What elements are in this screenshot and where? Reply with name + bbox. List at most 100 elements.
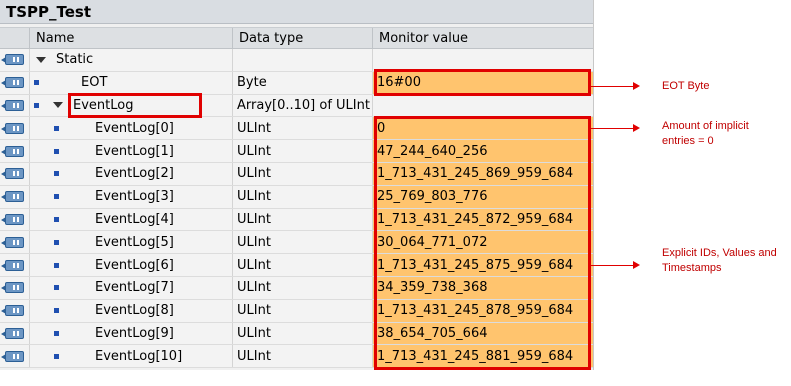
- expand-triangle-icon[interactable]: [36, 56, 46, 63]
- variable-name: EventLog[2]: [95, 166, 174, 182]
- table-header: Name Data type Monitor value: [0, 27, 593, 49]
- variable-icon: [1, 54, 24, 66]
- name-cell[interactable]: EventLog[2]: [30, 163, 233, 185]
- row-icon-cell: [0, 322, 30, 345]
- variable-name: EventLog[1]: [95, 143, 174, 159]
- name-cell[interactable]: EventLog[0]: [30, 117, 233, 140]
- row-icon-cell: [0, 185, 30, 208]
- member-bullet-icon: [34, 102, 39, 108]
- member-bullet-icon: [54, 285, 59, 291]
- row-icon-cell: [0, 140, 30, 162]
- variable-icon: [1, 77, 24, 89]
- row-icon-cell: [0, 254, 30, 276]
- row-icon-cell: [0, 299, 30, 322]
- monitor-value-cell[interactable]: [373, 95, 593, 117]
- datatype-cell[interactable]: [233, 49, 373, 71]
- variable-name: EventLog[10]: [95, 348, 183, 364]
- variable-icon: [1, 350, 24, 362]
- row-icon-cell: [0, 94, 30, 117]
- member-bullet-icon: [54, 330, 59, 336]
- variable-name: EventLog[5]: [95, 234, 174, 250]
- header-datatype[interactable]: Data type: [233, 28, 373, 49]
- member-bullet-icon: [54, 239, 59, 245]
- row-icon-cell: [0, 208, 30, 231]
- variable-icon: [1, 191, 24, 203]
- member-bullet-icon: [54, 308, 59, 314]
- name-cell[interactable]: EventLog[6]: [30, 254, 233, 276]
- annotation-explicit: Explicit IDs, Values and Timestamps: [662, 247, 777, 274]
- name-cell[interactable]: EventLog[4]: [30, 208, 233, 231]
- variable-icon: [1, 122, 24, 134]
- row-icon-cell: [0, 277, 30, 299]
- variable-icon: [1, 282, 24, 294]
- variable-name: EOT: [81, 75, 108, 91]
- name-cell[interactable]: EventLog[1]: [30, 140, 233, 162]
- variable-icon: [1, 99, 24, 111]
- variable-icon: [1, 259, 24, 271]
- row-icon-cell: [0, 49, 30, 71]
- name-cell[interactable]: EventLog[5]: [30, 231, 233, 254]
- variable-name: EventLog[8]: [95, 303, 174, 319]
- datatype-cell[interactable]: ULInt: [233, 322, 373, 345]
- datatype-cell[interactable]: ULInt: [233, 299, 373, 322]
- variable-name: EventLog[6]: [95, 257, 174, 273]
- arrow-implicit: [591, 124, 640, 132]
- arrow-explicit: [591, 261, 640, 269]
- variable-icon: [1, 213, 24, 225]
- header-icon-column: [0, 28, 30, 49]
- name-cell[interactable]: EventLog[10]: [30, 345, 233, 368]
- datatype-cell[interactable]: ULInt: [233, 231, 373, 254]
- name-cell[interactable]: EventLog[3]: [30, 185, 233, 208]
- expand-triangle-icon[interactable]: [53, 102, 63, 109]
- variable-name: EventLog[0]: [95, 120, 174, 136]
- datatype-cell[interactable]: Byte: [233, 71, 373, 94]
- highlight-eot-value: [374, 69, 591, 96]
- variable-name: EventLog[3]: [95, 189, 174, 205]
- row-icon-cell: [0, 117, 30, 140]
- row-icon-cell: [0, 71, 30, 94]
- member-bullet-icon: [54, 194, 59, 200]
- variable-name: EventLog[9]: [95, 325, 174, 341]
- datatype-cell[interactable]: ULInt: [233, 277, 373, 299]
- variable-icon: [1, 236, 24, 248]
- name-cell[interactable]: EventLog[9]: [30, 322, 233, 345]
- member-bullet-icon: [54, 148, 59, 154]
- row-icon-cell: [0, 231, 30, 254]
- name-cell[interactable]: EOT: [30, 71, 233, 94]
- annotation-implicit-entries: Amount of implicit entries = 0: [662, 120, 749, 147]
- datatype-cell[interactable]: ULInt: [233, 345, 373, 368]
- member-bullet-icon: [54, 171, 59, 177]
- member-bullet-icon: [54, 353, 59, 359]
- highlight-eventlog-values: [374, 116, 591, 370]
- variable-name: Static: [56, 52, 94, 68]
- header-name[interactable]: Name: [30, 28, 233, 49]
- member-bullet-icon: [34, 80, 39, 86]
- variable-icon: [1, 168, 24, 180]
- row-icon-cell: [0, 163, 30, 185]
- arrow-eot: [591, 82, 640, 90]
- highlight-eventlog-name: [68, 93, 202, 118]
- annotation-eot: EOT Byte: [662, 80, 710, 92]
- member-bullet-icon: [54, 125, 59, 131]
- variable-icon: [1, 305, 24, 317]
- block-title: TSPP_Test: [0, 0, 593, 24]
- datatype-cell[interactable]: ULInt: [233, 254, 373, 276]
- datatype-cell[interactable]: ULInt: [233, 185, 373, 208]
- name-cell[interactable]: EventLog[8]: [30, 299, 233, 322]
- variable-icon: [1, 145, 24, 157]
- variable-name: EventLog[7]: [95, 280, 174, 296]
- datatype-cell[interactable]: ULInt: [233, 163, 373, 185]
- datatype-cell[interactable]: ULInt: [233, 208, 373, 231]
- variable-icon: [1, 327, 24, 339]
- name-cell[interactable]: Static: [30, 49, 233, 71]
- monitor-value-cell[interactable]: [373, 49, 593, 71]
- datatype-cell[interactable]: ULInt: [233, 140, 373, 162]
- datatype-cell[interactable]: Array[0..10] of ULInt: [233, 94, 373, 117]
- member-bullet-icon: [54, 262, 59, 268]
- datatype-cell[interactable]: ULInt: [233, 117, 373, 140]
- member-bullet-icon: [54, 216, 59, 222]
- name-cell[interactable]: EventLog[7]: [30, 277, 233, 299]
- variable-name: EventLog[4]: [95, 211, 174, 227]
- header-monitor-value[interactable]: Monitor value: [373, 28, 593, 49]
- row-icon-cell: [0, 345, 30, 368]
